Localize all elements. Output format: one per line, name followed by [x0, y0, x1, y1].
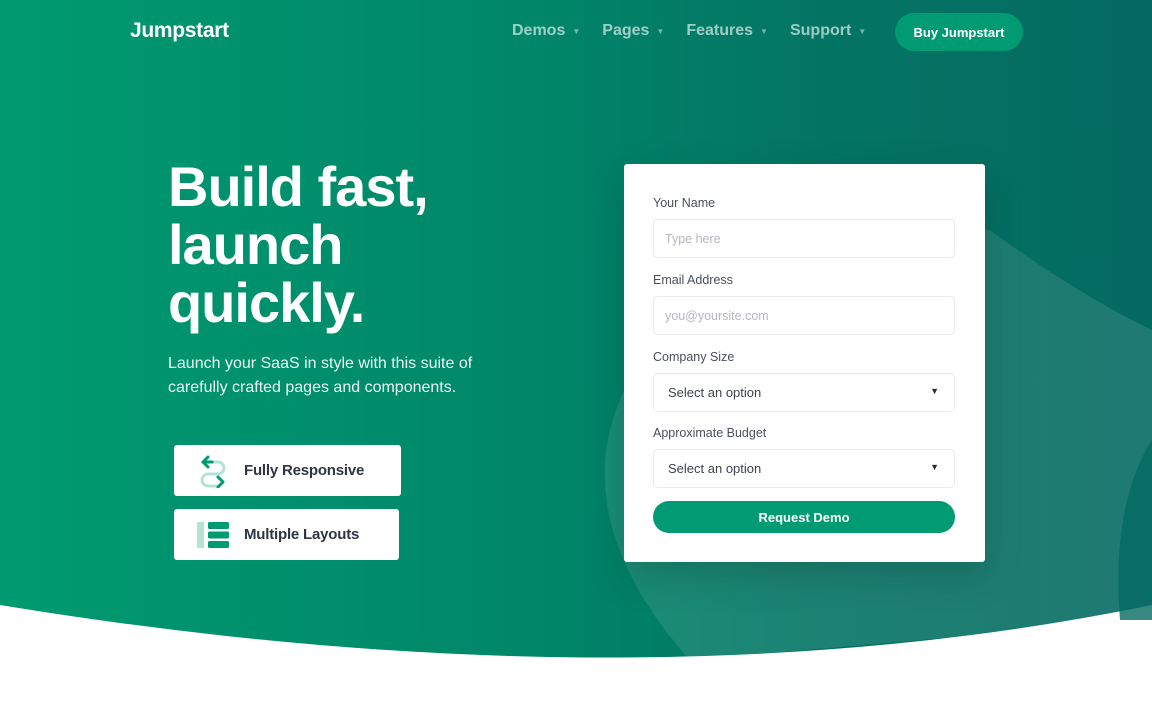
- caret-down-icon: ▼: [760, 26, 768, 36]
- nav-item-label: Support: [789, 22, 852, 39]
- company-size-select[interactable]: Select an option ▼: [653, 373, 955, 412]
- logo[interactable]: Jumpstart: [130, 19, 229, 43]
- name-input[interactable]: Type here: [653, 219, 955, 258]
- email-input[interactable]: you@yoursite.com: [653, 296, 955, 335]
- subtitle-line: carefully crafted pages and components.: [168, 379, 457, 396]
- company-size-label: Company Size: [653, 350, 735, 364]
- arrows-swap-icon: [196, 454, 230, 488]
- subtitle-line: Launch your SaaS in style with this suit…: [168, 355, 473, 372]
- select-value: Select an option: [668, 385, 762, 400]
- caret-down-icon: ▼: [930, 462, 939, 472]
- select-value: Select an option: [668, 461, 762, 476]
- caret-down-icon: ▼: [572, 26, 581, 36]
- top-navigation: Jumpstart Demos ▼ Pages ▼ Features ▼ Sup…: [0, 0, 1152, 64]
- nav-links: Demos ▼ Pages ▼ Features ▼ Support ▼: [512, 22, 888, 40]
- headline-line: Build fast,: [168, 155, 429, 218]
- demo-request-form: Your Name Type here Email Address you@yo…: [624, 164, 985, 562]
- caret-down-icon: ▼: [858, 26, 867, 36]
- hero-section: Jumpstart Demos ▼ Pages ▼ Features ▼ Sup…: [0, 0, 1152, 720]
- headline-line: launch: [168, 213, 343, 276]
- budget-label: Approximate Budget: [653, 426, 767, 440]
- nav-item-label: Pages: [602, 22, 650, 39]
- nav-item-pages[interactable]: Pages ▼: [602, 22, 664, 40]
- layout-list-icon: [196, 518, 230, 552]
- email-label: Email Address: [653, 273, 733, 287]
- nav-item-support[interactable]: Support ▼: [790, 22, 866, 40]
- caret-down-icon: ▼: [930, 386, 939, 396]
- hero-subtitle: Launch your SaaS in style with this suit…: [168, 352, 508, 400]
- nav-item-label: Demos: [512, 22, 566, 39]
- headline-line: quickly.: [168, 271, 365, 334]
- nav-item-label: Features: [686, 22, 754, 39]
- feature-label: Fully Responsive: [244, 462, 365, 479]
- caret-down-icon: ▼: [656, 26, 665, 36]
- nav-item-features[interactable]: Features ▼: [686, 22, 768, 40]
- feature-card-layouts: Multiple Layouts: [174, 509, 399, 560]
- request-demo-button[interactable]: Request Demo: [653, 501, 955, 533]
- nav-item-demos[interactable]: Demos ▼: [512, 22, 580, 40]
- hero-headline: Build fast, launch quickly.: [168, 158, 568, 332]
- budget-select[interactable]: Select an option ▼: [653, 449, 955, 488]
- feature-label: Multiple Layouts: [244, 526, 360, 543]
- feature-card-responsive: Fully Responsive: [174, 445, 401, 496]
- buy-jumpstart-button[interactable]: Buy Jumpstart: [895, 13, 1023, 51]
- name-label: Your Name: [653, 196, 716, 210]
